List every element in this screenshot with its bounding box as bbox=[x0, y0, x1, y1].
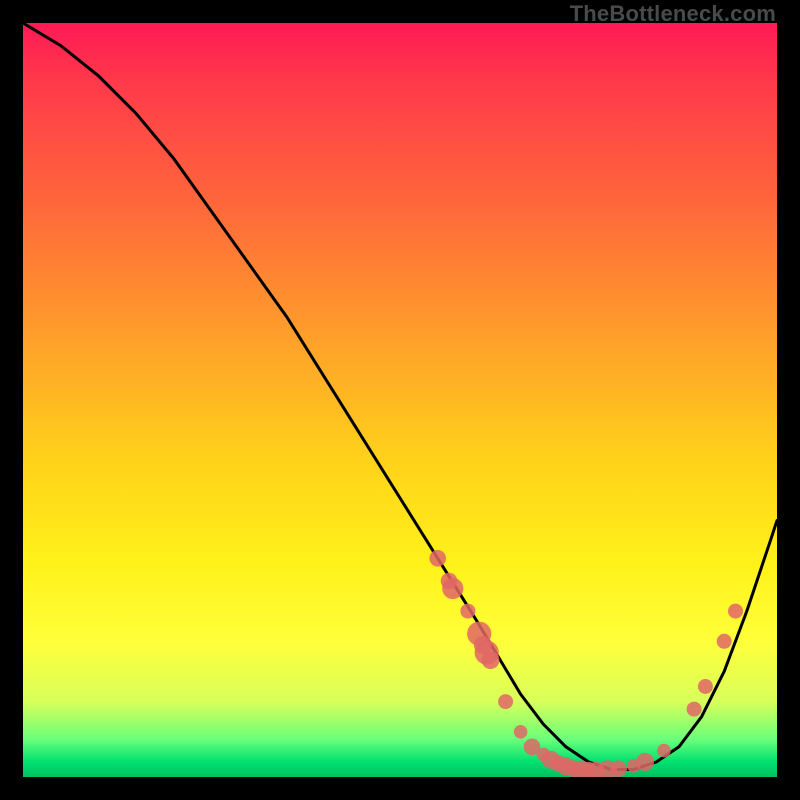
chart-marker bbox=[728, 604, 743, 619]
chart-marker bbox=[687, 702, 702, 717]
chart-markers bbox=[429, 550, 743, 777]
chart-marker bbox=[442, 578, 463, 599]
chart-svg bbox=[23, 23, 777, 777]
chart-marker bbox=[482, 651, 500, 669]
chart-marker bbox=[498, 694, 513, 709]
chart-marker bbox=[717, 634, 732, 649]
chart-plot-area bbox=[23, 23, 777, 777]
chart-marker bbox=[429, 550, 446, 567]
chart-marker bbox=[610, 760, 627, 777]
chart-marker bbox=[514, 725, 528, 739]
chart-marker bbox=[636, 753, 654, 771]
chart-marker bbox=[657, 744, 671, 758]
chart-curve bbox=[23, 23, 777, 770]
chart-marker bbox=[698, 679, 713, 694]
watermark-text: TheBottleneck.com bbox=[570, 1, 776, 27]
chart-marker bbox=[460, 604, 475, 619]
chart-stage: TheBottleneck.com bbox=[0, 0, 800, 800]
